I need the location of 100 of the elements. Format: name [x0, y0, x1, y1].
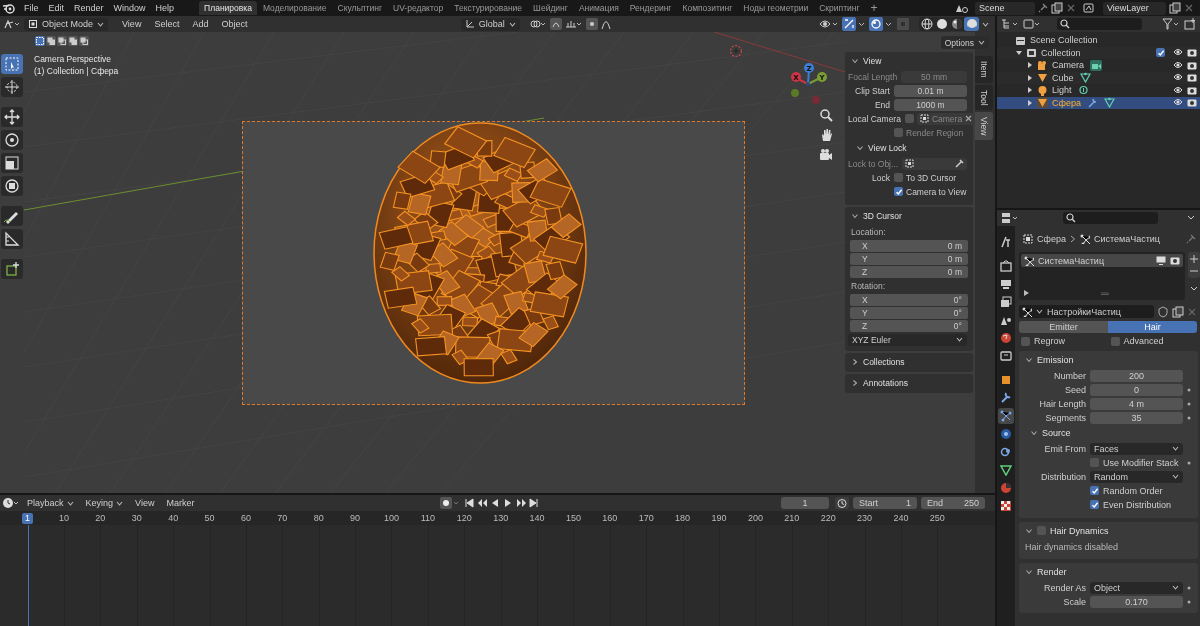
menu-item[interactable]: Select: [149, 17, 185, 31]
panel-header[interactable]: 3D Cursor: [848, 208, 970, 223]
current-frame-field[interactable]: 1: [781, 497, 829, 509]
clock-editor-icon[interactable]: [2, 497, 20, 509]
outliner-row[interactable]: Scene Collection: [997, 34, 1200, 47]
vector-field[interactable]: Y 0 m: [850, 253, 968, 265]
checkbox[interactable]: [1037, 526, 1046, 535]
expand-triangle-icon[interactable]: [1024, 290, 1029, 296]
properties-tab[interactable]: [998, 426, 1014, 442]
properties-editor-icon[interactable]: [1001, 212, 1019, 224]
workspace-tab[interactable]: Скульптинг: [332, 1, 387, 15]
resize-grip-icon[interactable]: [1100, 291, 1109, 295]
menu-item[interactable]: Playback: [22, 496, 79, 510]
menu-item[interactable]: Add: [187, 17, 214, 31]
number-field[interactable]: 0: [1090, 383, 1183, 396]
menu-item[interactable]: Marker: [161, 496, 200, 510]
checkbox[interactable]: [904, 114, 914, 123]
dropdown[interactable]: Random: [1090, 470, 1183, 483]
menu-item[interactable]: Window: [108, 1, 151, 15]
zoom-icon[interactable]: [819, 108, 833, 122]
number-field[interactable]: 200: [1090, 369, 1183, 382]
checkbox-label[interactable]: To 3D Cursor: [906, 172, 957, 183]
vector-field[interactable]: Z 0°: [850, 320, 968, 332]
properties-tab[interactable]: [998, 348, 1014, 364]
checkbox[interactable]: [894, 173, 903, 182]
duplicate-icon[interactable]: [1051, 2, 1063, 14]
material-shading-button[interactable]: [949, 17, 964, 31]
list-add-remove-buttons[interactable]: [1188, 252, 1200, 278]
tool-button[interactable]: [1, 206, 23, 226]
menu-item[interactable]: Keying: [80, 496, 129, 510]
collapsed-triangle-icon[interactable]: [1027, 99, 1033, 106]
expanded-triangle-icon[interactable]: [1016, 49, 1022, 56]
eye-icon[interactable]: [1173, 85, 1183, 94]
panel-header[interactable]: Render: [1022, 564, 1195, 579]
selection-mode-button[interactable]: [46, 36, 56, 46]
eye-icon[interactable]: [1173, 60, 1183, 69]
record-icon[interactable]: [440, 497, 459, 509]
mesh-data-icon[interactable]: [1079, 72, 1091, 84]
number-field[interactable]: 0.170: [1090, 595, 1183, 608]
outliner-row[interactable]: Light: [997, 84, 1200, 97]
subpanel-header[interactable]: Source: [1022, 425, 1195, 440]
close-icon[interactable]: [1184, 3, 1194, 13]
tool-button[interactable]: [1, 153, 23, 173]
view-layer-field[interactable]: ViewLayer: [1103, 1, 1166, 15]
mesh-data-icon[interactable]: [1103, 97, 1115, 109]
list-item[interactable]: СистемаЧастиц: [1021, 254, 1183, 267]
sidebar-tab[interactable]: Tool: [975, 84, 993, 111]
camera-icon[interactable]: [1187, 85, 1197, 95]
monitor-icon[interactable]: [1156, 256, 1166, 265]
checkbox-label[interactable]: Random Order: [1103, 485, 1163, 496]
selection-mode-button[interactable]: [57, 36, 67, 46]
checkbox-label[interactable]: Advanced: [1123, 336, 1164, 346]
workspace-tab[interactable]: Шейдинг: [528, 1, 573, 15]
wrench-icon[interactable]: [1086, 97, 1098, 109]
close-icon[interactable]: [1066, 3, 1076, 13]
editor-type-icon[interactable]: [3, 18, 21, 30]
tool-button[interactable]: [1, 107, 23, 127]
camera-icon[interactable]: [1187, 48, 1197, 58]
properties-tab[interactable]: [998, 330, 1014, 346]
panel-header[interactable]: Collections: [848, 354, 970, 369]
checkbox[interactable]: [1090, 500, 1099, 509]
vector-field[interactable]: X 0 m: [850, 240, 968, 252]
type-toggle-button[interactable]: Emitter: [1019, 321, 1108, 333]
next-keyframe-icon[interactable]: [516, 498, 528, 508]
checkbox-label[interactable]: Regrow: [1034, 336, 1065, 346]
hand-icon[interactable]: [819, 128, 833, 142]
selection-mode-button[interactable]: [68, 36, 78, 46]
number-field[interactable]: 1000 m: [894, 98, 967, 111]
tool-button[interactable]: [1, 130, 23, 150]
camera-icon[interactable]: [1170, 256, 1180, 265]
menu-item[interactable]: Object: [216, 17, 253, 31]
tool-button[interactable]: [1, 77, 23, 97]
light-data-icon[interactable]: [1077, 84, 1089, 96]
outliner-row[interactable]: Camera: [997, 59, 1200, 72]
checkbox-label[interactable]: Even Distribution: [1103, 499, 1172, 510]
falloff-icon[interactable]: [600, 18, 611, 30]
prev-keyframe-icon[interactable]: [477, 498, 489, 508]
solid-shading-button[interactable]: [934, 17, 949, 31]
checkbox[interactable]: [1156, 48, 1165, 58]
vector-field[interactable]: Y 0°: [850, 307, 968, 319]
new-collection-icon[interactable]: [1184, 18, 1196, 30]
properties-tab[interactable]: [998, 408, 1014, 424]
number-field[interactable]: 0.01 m: [894, 84, 967, 97]
rendered-shading-button[interactable]: [964, 17, 979, 31]
tool-button[interactable]: [1, 259, 23, 279]
sidebar-tab[interactable]: View: [975, 112, 993, 141]
jump-start-icon[interactable]: [464, 498, 476, 508]
sidebar-tab[interactable]: Item: [975, 56, 993, 83]
search-field[interactable]: [1057, 18, 1142, 30]
checkbox[interactable]: [1021, 336, 1030, 346]
checkbox-label[interactable]: Use Modifier Stack: [1103, 457, 1179, 468]
camera-icon[interactable]: [1187, 98, 1197, 108]
workspace-tab[interactable]: Композитинг: [677, 1, 738, 15]
camera-icon[interactable]: [819, 148, 833, 162]
menu-item[interactable]: Edit: [43, 1, 70, 15]
duplicate-icon[interactable]: [1172, 305, 1184, 318]
pin-icon[interactable]: [1038, 3, 1048, 13]
filter-icon[interactable]: [1162, 18, 1180, 30]
workspace-tab[interactable]: Планировка: [199, 1, 257, 15]
duplicate-icon[interactable]: [1169, 2, 1181, 14]
